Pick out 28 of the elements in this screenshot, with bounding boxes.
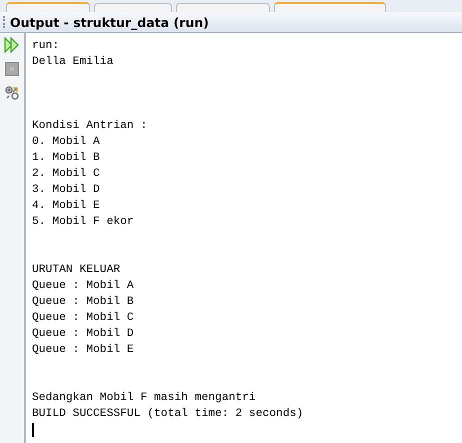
rerun-icon [4, 37, 20, 53]
settings-icon [4, 85, 20, 101]
editor-tab[interactable] [176, 3, 270, 12]
output-line: 4. Mobil E [32, 198, 101, 214]
output-line: Sedangkan Mobil F masih mengantri [32, 390, 257, 406]
editor-tab[interactable] [6, 2, 90, 12]
output-line: Queue : Mobil A [32, 278, 135, 294]
settings-button[interactable] [3, 84, 21, 102]
rerun-button[interactable] [3, 36, 21, 54]
editor-tab[interactable] [94, 3, 172, 12]
output-line: 2. Mobil C [32, 166, 101, 182]
stop-icon [5, 62, 19, 76]
output-line: 5. Mobil F ekor [32, 214, 135, 230]
output-line: BUILD SUCCESSFUL (total time: 2 seconds) [32, 406, 304, 422]
output-line: Kondisi Antrian : [32, 118, 148, 134]
text-cursor [32, 423, 34, 437]
output-line: 3. Mobil D [32, 182, 101, 198]
output-line: Queue : Mobil D [32, 326, 135, 342]
output-line: Queue : Mobil B [32, 294, 135, 310]
panel-title: Output - struktur_data (run) [10, 14, 209, 30]
output-line: Della Emilia [32, 54, 114, 70]
output-line: Queue : Mobil E [32, 342, 135, 358]
output-line: run: [32, 39, 60, 54]
output-line: 1. Mobil B [32, 150, 101, 166]
output-line: 0. Mobil A [32, 134, 101, 150]
output-line: URUTAN KELUAR [32, 263, 122, 278]
output-line: Queue : Mobil C [32, 310, 135, 326]
editor-tab[interactable] [274, 2, 386, 12]
